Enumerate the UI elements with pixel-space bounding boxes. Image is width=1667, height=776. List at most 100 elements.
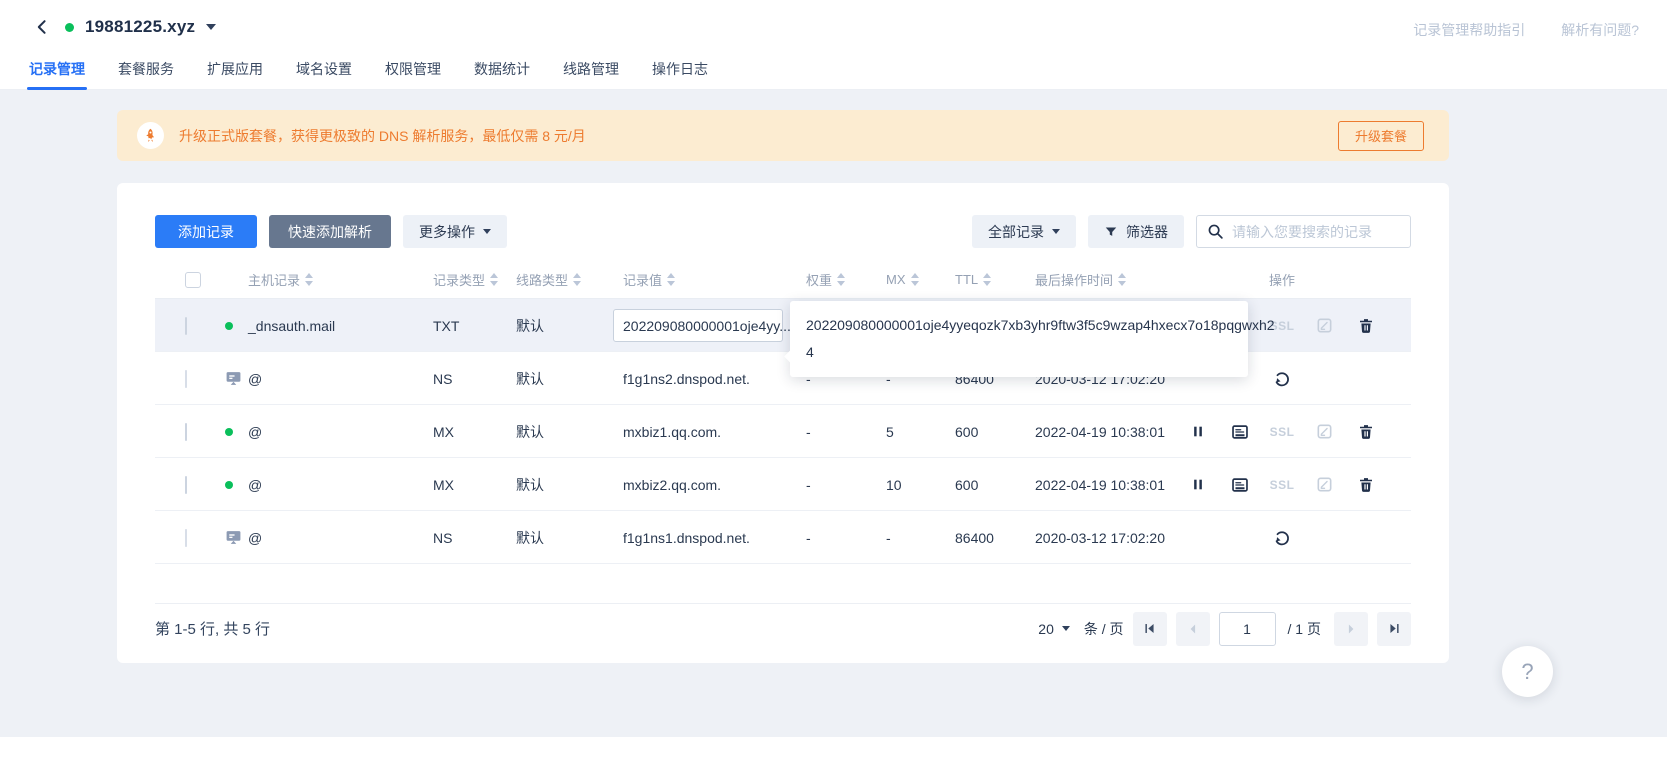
col-mx[interactable]: MX [886,272,906,287]
remark-icon[interactable] [1303,476,1345,493]
weight-cell: - [806,529,811,546]
next-page-button[interactable] [1334,611,1368,646]
quick-add-button[interactable]: 快速添加解析 [269,215,391,248]
row-checkbox[interactable] [185,316,187,335]
time-cell: 2022-04-19 10:38:01 [1035,476,1165,493]
row-checkbox[interactable] [185,475,187,494]
record-active-dot [225,427,233,436]
prev-page-button[interactable] [1175,611,1210,646]
mx-cell: 5 [886,423,894,440]
col-ttl[interactable]: TTL [955,272,978,287]
resolve-issue-link[interactable]: 解析有问题? [1561,20,1639,40]
pause-icon[interactable] [1177,477,1219,492]
ops-cell: SSL [1177,458,1411,511]
domain-dropdown-caret-icon[interactable] [206,24,217,30]
row-checkbox[interactable] [185,422,187,441]
row-count-summary: 第 1-5 行, 共 5 行 [155,621,271,638]
tab-logs[interactable]: 操作日志 [650,57,710,90]
record-value-tooltip: 202209080000001oje4yyeqozk7xb3yhr9ftw3f5… [790,301,1275,377]
records-help-link[interactable]: 记录管理帮助指引 [1413,20,1525,40]
last-page-button[interactable] [1377,611,1411,646]
line-cell: 默认 [516,370,544,387]
records-card: 添加记录 快速添加解析 更多操作 全部记录 筛选器 请输入您要搜索的记录 主机记… [117,183,1449,663]
system-record-icon [225,370,242,387]
line-cell: 默认 [516,476,544,493]
col-type[interactable]: 记录类型 [433,270,485,289]
filter-button[interactable]: 筛选器 [1088,215,1184,248]
records-toolbar: 添加记录 快速添加解析 更多操作 全部记录 筛选器 [155,215,1411,248]
pagination-controls: 20 条 / 页 / 1 页 [1038,611,1411,646]
back-button[interactable] [30,15,54,39]
delete-icon[interactable] [1345,476,1387,493]
host-cell: @ [248,423,263,440]
record-type-filter-label: 全部记录 [988,223,1044,240]
top-header: 19881225.xyz 记录管理帮助指引 解析有问题? 记录管理 套餐服务 扩… [0,0,1667,90]
help-button[interactable]: ? [1502,646,1553,697]
sort-icon [910,273,919,286]
domain-status-dot [65,22,74,32]
col-host[interactable]: 主机记录 [248,270,300,289]
col-value[interactable]: 记录值 [623,270,662,289]
sort-icon [1118,273,1127,286]
delete-icon[interactable] [1345,423,1387,440]
chevron-down-icon [483,229,491,234]
remark-icon[interactable] [1303,317,1345,334]
tab-permissions[interactable]: 权限管理 [383,57,443,90]
sort-icon [490,273,499,286]
stats-card-icon[interactable] [1219,476,1261,494]
select-all-checkbox[interactable] [185,271,201,288]
page-number-input[interactable] [1218,611,1276,646]
table-header-row: 主机记录 记录类型 线路类型 记录值 权重 MX TTL 最后操作时间 操作 [155,261,1411,299]
tab-plans[interactable]: 套餐服务 [116,57,176,90]
ssl-button[interactable]: SSL [1261,425,1303,439]
value-cell-hover-box[interactable]: 202209080000001oje4yy... [613,309,791,342]
host-cell: @ [248,529,263,546]
rocket-icon [137,122,164,149]
tab-statistics[interactable]: 数据统计 [472,57,532,90]
tooltip-line-2: 4 [806,344,814,360]
page-size-select[interactable]: 20 [1038,621,1070,637]
type-cell: MX [433,476,454,493]
record-type-filter-button[interactable]: 全部记录 [972,215,1076,248]
tab-records[interactable]: 记录管理 [27,57,87,90]
line-cell: 默认 [516,317,544,334]
tab-extensions[interactable]: 扩展应用 [205,57,265,90]
per-page-label: 条 / 页 [1083,620,1124,637]
search-input[interactable] [1232,223,1400,240]
nav-tabs: 记录管理 套餐服务 扩展应用 域名设置 权限管理 数据统计 线路管理 操作日志 [27,57,710,90]
value-cell: mxbiz2.qq.com. [623,476,722,493]
value-cell: mxbiz1.qq.com. [623,423,722,440]
sync-icon[interactable] [1261,370,1303,388]
col-time[interactable]: 最后操作时间 [1035,270,1113,289]
type-cell: NS [433,529,453,546]
sync-icon[interactable] [1261,529,1303,547]
tab-lines[interactable]: 线路管理 [561,57,621,90]
ttl-cell: 600 [955,476,979,493]
stats-card-icon[interactable] [1219,423,1261,441]
pause-icon[interactable] [1177,424,1219,439]
table-row: @ NS 默认 f1g1ns1.dnspod.net. - - 86400 20… [155,511,1411,564]
col-line[interactable]: 线路类型 [516,270,568,289]
time-cell: 2022-04-19 10:38:01 [1035,423,1165,440]
chevron-left-icon [1190,624,1195,633]
col-weight[interactable]: 权重 [806,270,832,289]
search-box [1196,215,1411,248]
chevron-left-icon [37,20,46,34]
mx-cell: 10 [886,476,902,493]
add-record-button[interactable]: 添加记录 [155,215,257,248]
tab-domain-settings[interactable]: 域名设置 [294,57,354,90]
chevron-down-icon [1052,229,1060,234]
weight-cell: - [806,423,811,440]
page-size-value: 20 [1038,620,1054,637]
ssl-button[interactable]: SSL [1261,478,1303,492]
more-actions-button[interactable]: 更多操作 [403,215,507,248]
toolbar-right: 全部记录 筛选器 [960,215,1411,248]
sort-icon [667,273,676,286]
delete-icon[interactable] [1345,317,1387,334]
search-icon [1208,224,1223,239]
upgrade-plan-button[interactable]: 升级套餐 [1337,120,1424,151]
first-page-button[interactable] [1132,611,1167,646]
sort-icon [305,273,314,286]
more-actions-label: 更多操作 [419,223,475,240]
remark-icon[interactable] [1303,423,1345,440]
